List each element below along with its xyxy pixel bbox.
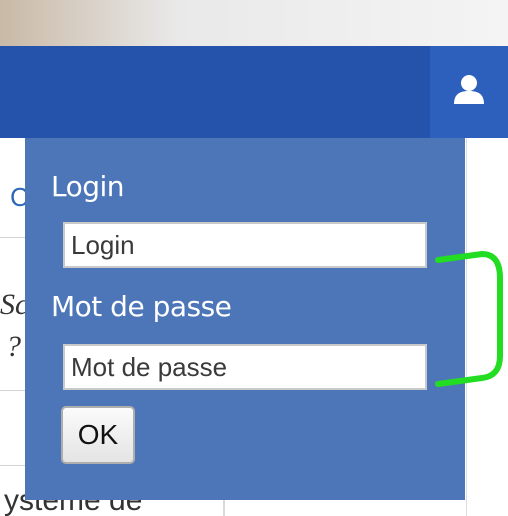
green-bracket-annotation xyxy=(435,251,503,387)
login-label: Login xyxy=(51,170,125,203)
background-text-fragment: ? xyxy=(6,330,21,363)
password-label: Mot de passe xyxy=(51,290,232,323)
top-navbar xyxy=(0,46,430,138)
top-strip xyxy=(0,0,508,46)
user-icon xyxy=(454,75,484,104)
login-input[interactable] xyxy=(63,222,427,268)
user-menu-button[interactable] xyxy=(430,46,508,138)
password-input[interactable] xyxy=(63,344,427,390)
ok-button[interactable]: OK xyxy=(61,406,135,464)
login-dropdown-panel: Login Mot de passe OK xyxy=(25,138,465,500)
